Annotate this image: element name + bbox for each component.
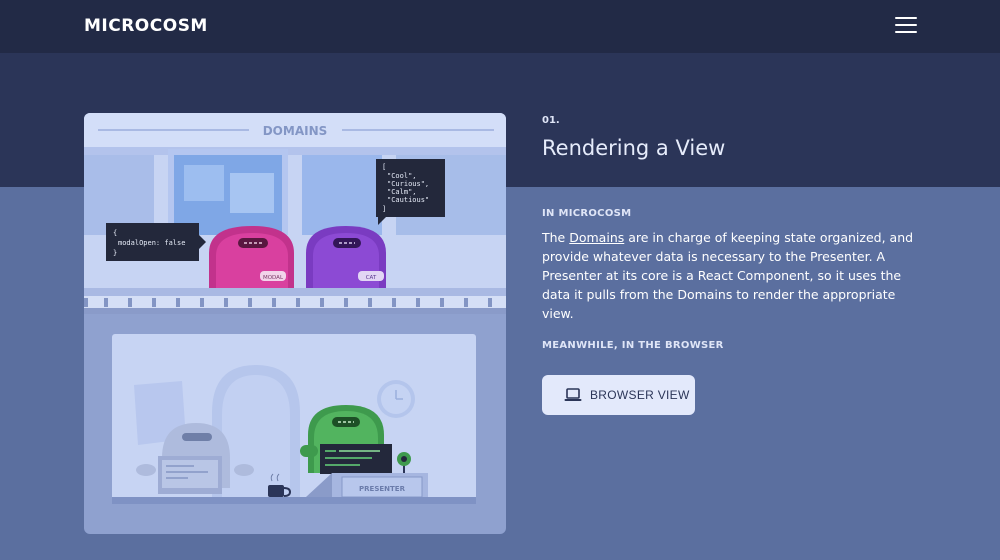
- svg-text:PRESENTER: PRESENTER: [359, 485, 406, 493]
- hamburger-menu-icon[interactable]: [895, 17, 917, 35]
- domains-label: DOMAINS: [263, 124, 328, 138]
- top-nav: MICROCOSM: [0, 0, 1000, 53]
- domains-illustration: DOMAINS MODAL CAT { modalOpen: false } […: [84, 113, 506, 534]
- domains-link[interactable]: Domains: [569, 230, 624, 245]
- laptop-icon: [564, 388, 582, 401]
- svg-text:CAT: CAT: [366, 275, 377, 281]
- browser-view-label: BROWSER VIEW: [590, 388, 690, 402]
- svg-text:MODAL: MODAL: [263, 275, 284, 281]
- section-title: Rendering a View: [542, 136, 726, 160]
- browser-view-button[interactable]: BROWSER VIEW: [542, 375, 695, 415]
- meanwhile-label: MEANWHILE, IN THE BROWSER: [542, 340, 724, 351]
- step-number: 01.: [542, 115, 560, 126]
- logo[interactable]: MICROCOSM: [84, 16, 208, 36]
- description-paragraph: The Domains are in charge of keeping sta…: [542, 230, 914, 321]
- in-microcosm-label: IN MICROCOSM: [542, 208, 632, 219]
